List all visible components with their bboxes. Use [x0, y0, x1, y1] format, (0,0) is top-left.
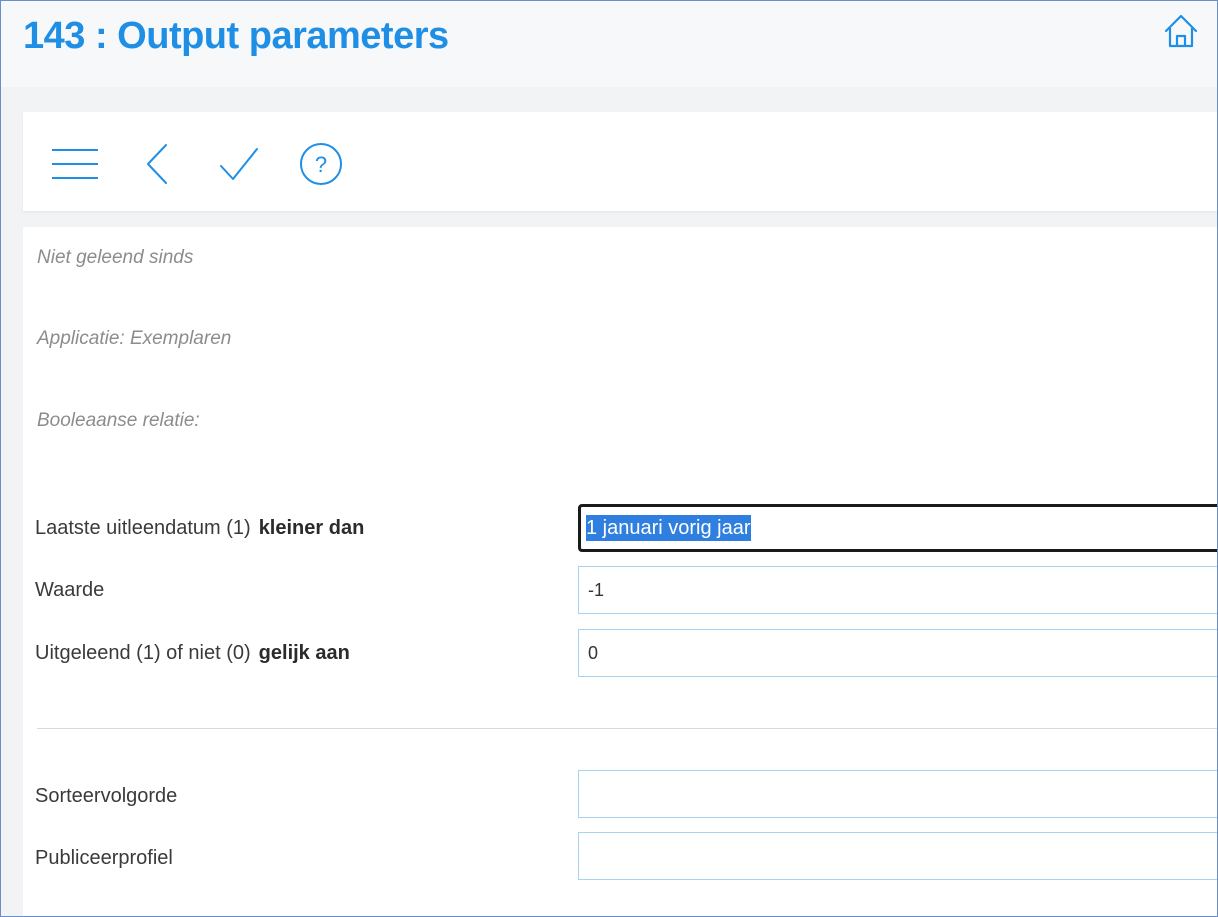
section-divider	[37, 728, 1217, 729]
info-application: Applicatie: Exemplaren	[37, 328, 232, 349]
home-button[interactable]	[1161, 11, 1201, 51]
menu-button[interactable]	[49, 138, 101, 190]
borrowed-flag-input[interactable]: 0	[578, 629, 1217, 677]
criterion-field-name: Laatste uitleendatum (1)	[35, 517, 251, 539]
checkmark-icon	[220, 148, 258, 180]
value-input[interactable]: -1	[578, 566, 1217, 614]
question-circle-icon: ?	[300, 143, 342, 185]
info-not-borrowed-since: Niet geleend sinds	[37, 247, 194, 268]
criterion-label: Laatste uitleendatum (1) kleiner dan	[35, 517, 364, 540]
page-title: 143 : Output parameters	[23, 15, 449, 57]
title-bar: 143 : Output parameters	[1, 1, 1217, 87]
parameters-panel: Niet geleend sinds Applicatie: Exemplare…	[23, 227, 1217, 916]
hamburger-menu-icon	[52, 149, 98, 179]
publish-profile-label: Publiceerprofiel	[35, 847, 173, 869]
last-loan-date-input[interactable]: 1 januari vorig jaar	[578, 504, 1217, 552]
criterion-field-name: Uitgeleend (1) of niet (0)	[35, 642, 251, 664]
svg-text:?: ?	[315, 152, 327, 177]
criterion-operator: kleiner dan	[258, 517, 365, 539]
publish-profile-input[interactable]	[578, 832, 1217, 880]
confirm-button[interactable]	[213, 138, 265, 190]
sort-order-input[interactable]	[578, 770, 1217, 818]
help-button[interactable]: ?	[295, 138, 347, 190]
back-button[interactable]	[131, 138, 183, 190]
home-icon	[1164, 14, 1198, 48]
value-label: Waarde	[35, 579, 105, 601]
window-frame: 143 : Output parameters ? Niet geleend s…	[0, 0, 1218, 917]
toolbar: ?	[23, 112, 1217, 211]
info-boolean-relation: Booleaanse relatie:	[37, 410, 200, 431]
criterion-label: Uitgeleend (1) of niet (0) gelijk aan	[35, 642, 350, 665]
selected-value: 1 januari vorig jaar	[586, 515, 751, 541]
chevron-left-icon	[147, 144, 167, 184]
criterion-operator: gelijk aan	[258, 642, 350, 664]
sort-order-label: Sorteervolgorde	[35, 785, 178, 807]
